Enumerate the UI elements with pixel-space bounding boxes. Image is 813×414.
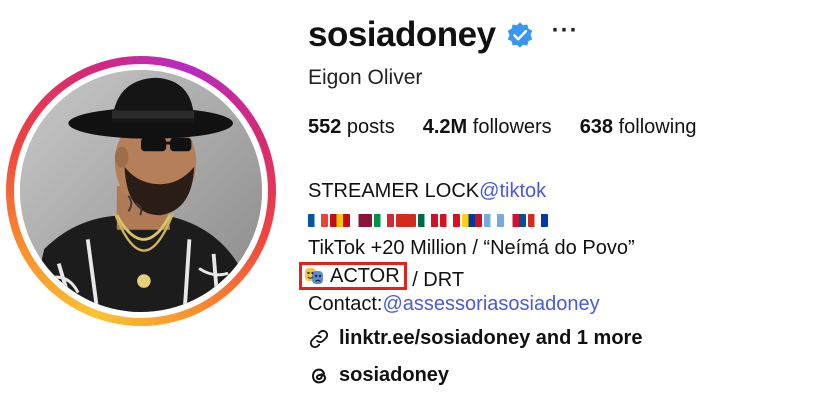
link-icon [308, 328, 330, 350]
threads-icon [308, 365, 330, 387]
flag-emoji-row [308, 210, 635, 230]
avatar[interactable] [20, 70, 262, 312]
story-ring[interactable] [6, 56, 276, 326]
bio-line-1: STREAMER LOCK@tiktok [308, 177, 635, 205]
flag-icon [506, 213, 526, 227]
flag-icon [418, 213, 438, 227]
contact-label: Contact: [308, 293, 383, 315]
username-row: sosiadoney ··· [308, 12, 579, 58]
followers-number: 4.2M [422, 116, 468, 138]
full-name: Eigon Oliver [308, 66, 423, 89]
posts-label: posts [341, 116, 395, 138]
bio-line-4: ACTOR / DRT [299, 262, 635, 291]
flag-icon [484, 213, 504, 227]
avatar-gap [14, 64, 268, 318]
username: sosiadoney [308, 15, 496, 54]
flag-icon [528, 213, 548, 227]
flag-icon [440, 213, 460, 227]
following-label: following [613, 116, 697, 138]
threads-label: sosiadoney [339, 364, 450, 386]
flag-icon [352, 213, 372, 227]
followers-label: followers [467, 116, 552, 138]
bio-line-3: TikTok +20 Million / “Neímá do Povo” [308, 237, 635, 259]
avatar-photo-illustration [20, 70, 262, 312]
flag-icon [330, 213, 350, 227]
posts-number: 552 [308, 116, 342, 138]
following-count[interactable]: 638 following [580, 116, 697, 139]
more-options-button[interactable]: ··· [552, 19, 579, 51]
actor-suffix: / DRT [406, 269, 465, 291]
links-label: linktr.ee/sosiadoney and 1 more [339, 327, 643, 349]
flag-icon [396, 213, 416, 227]
tiktok-mention-link[interactable]: @tiktok [479, 180, 546, 202]
contact-mention-link[interactable]: @assessoriasosiadoney [382, 293, 599, 315]
bio-contact-line: Contact:@assessoriasosiadoney [308, 290, 635, 318]
profile-stats: 552 posts 4.2M followers 638 following [308, 116, 724, 139]
external-links-button[interactable]: linktr.ee/sosiadoney and 1 more [308, 327, 642, 350]
followers-count[interactable]: 4.2M followers [423, 116, 552, 139]
actor-highlight-box: ACTOR [299, 262, 407, 290]
actor-label: ACTOR [330, 265, 400, 287]
flag-icon [374, 213, 394, 227]
posts-count[interactable]: 552 posts [308, 116, 395, 139]
bio-streamer-text: STREAMER LOCK [308, 180, 480, 202]
threads-profile-link[interactable]: sosiadoney [308, 364, 449, 387]
flag-icon [462, 213, 482, 227]
following-number: 638 [579, 116, 614, 138]
flag-icon [308, 213, 328, 227]
bio: STREAMER LOCK@tiktok TikTok +20 Million … [299, 177, 635, 318]
performing-arts-mask-icon [304, 266, 324, 286]
verified-badge-icon [506, 21, 534, 49]
